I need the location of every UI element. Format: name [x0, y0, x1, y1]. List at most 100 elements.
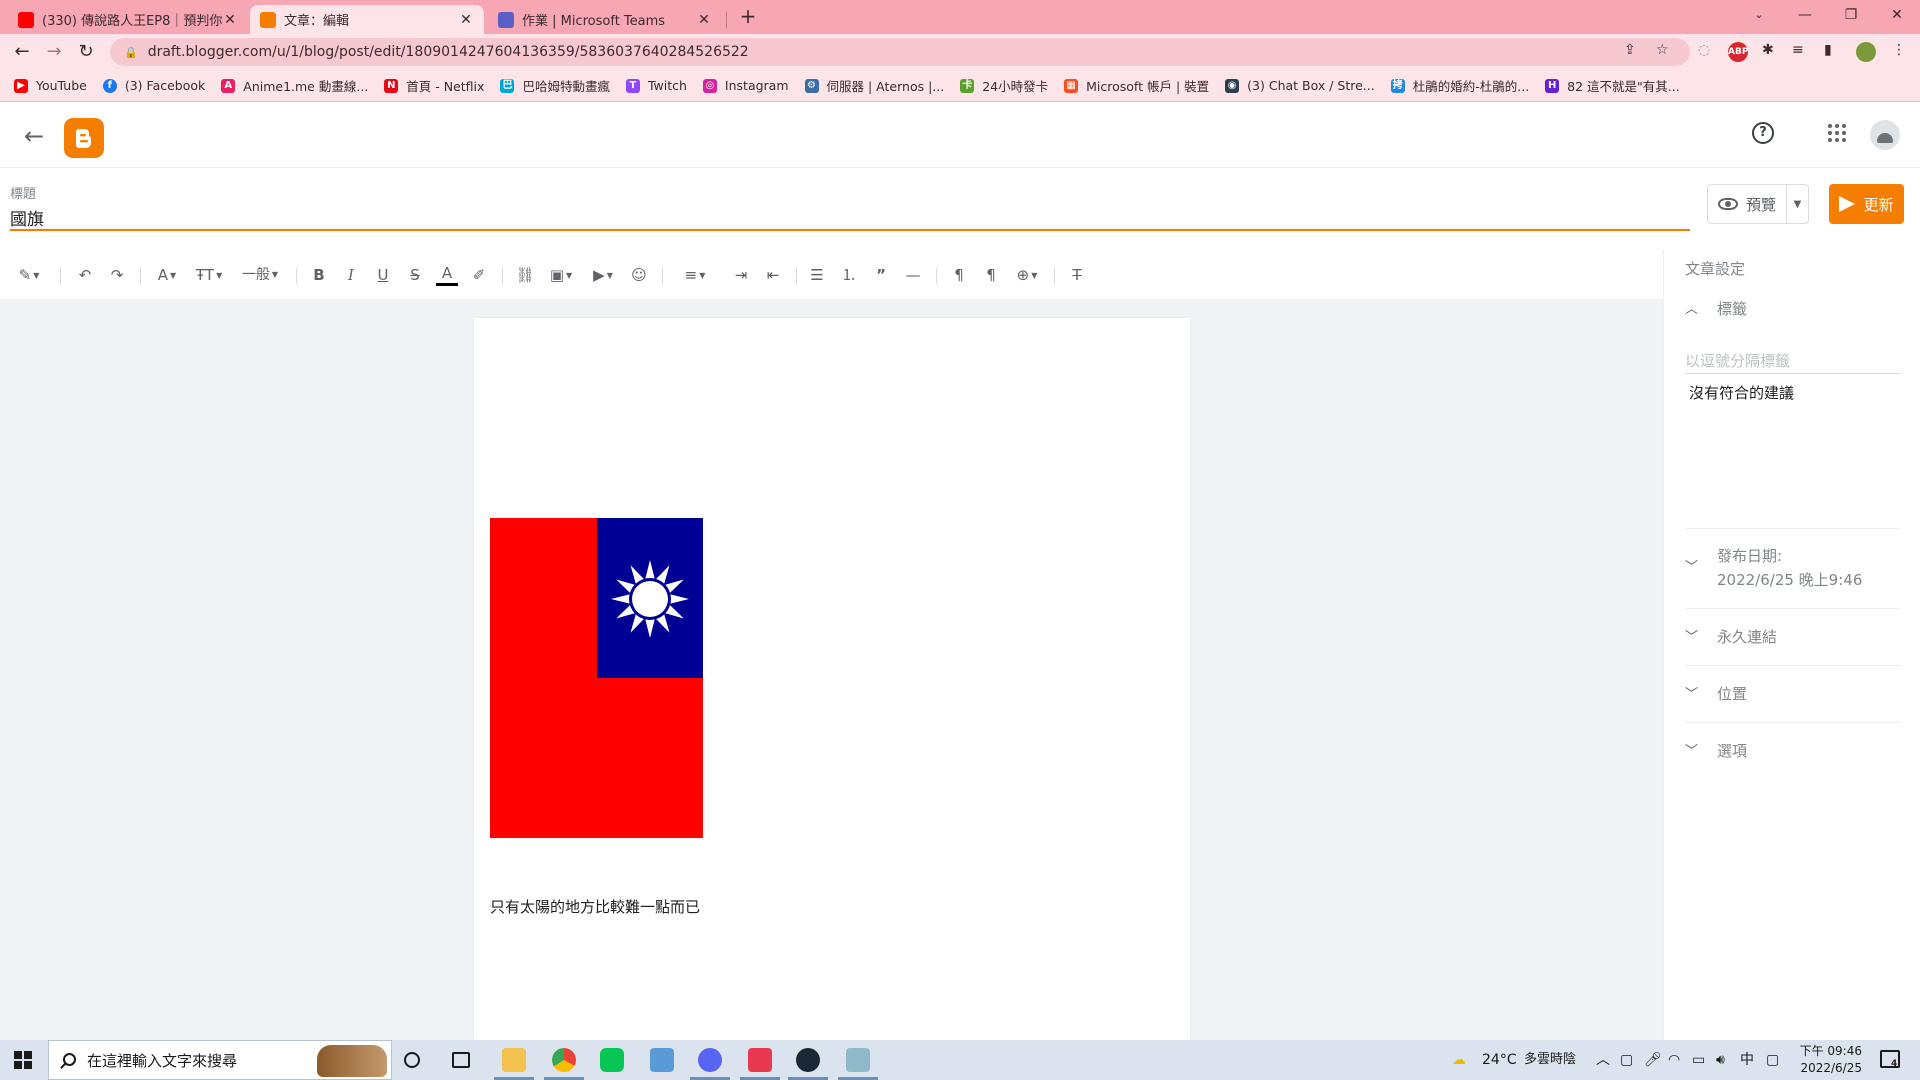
clear-formatting-icon[interactable]: T [1066, 264, 1088, 286]
redo-icon[interactable]: ↷ [106, 264, 128, 286]
reading-list-icon[interactable]: ≡ [1792, 42, 1804, 58]
back-button[interactable]: ← [10, 40, 34, 64]
horizontal-line-icon[interactable]: — [902, 264, 924, 286]
bulleted-list-icon[interactable]: ☰ [806, 264, 828, 286]
weather-description[interactable]: 多雲時陰 [1524, 1040, 1576, 1080]
labels-input[interactable]: 以逗號分隔標籤 [1685, 350, 1901, 374]
bookmark-instagram[interactable]: ◎ Instagram [702, 78, 789, 93]
microphone-icon[interactable]: 🎤︎ [1644, 1040, 1662, 1080]
undo-icon[interactable]: ↶ [74, 264, 96, 286]
bookmark-24h-card[interactable]: 卡 24小時發卡 [960, 76, 1048, 95]
publish-date-toggle[interactable]: ﹀ 發布日期: 2022/6/25 晚上9:46 [1685, 544, 1862, 592]
discord-icon[interactable] [690, 1048, 730, 1080]
volume-icon[interactable]: 🔊︎ [1716, 1040, 1725, 1080]
battery-icon[interactable]: ▭ [1692, 1040, 1705, 1080]
quote-icon[interactable]: ” [870, 264, 892, 286]
update-button[interactable]: 更新 [1829, 184, 1904, 224]
steam-icon[interactable] [788, 1048, 828, 1080]
video-icon[interactable]: ▶ ▼ [588, 264, 618, 286]
bookmark-bahamut[interactable]: 巴巴哈姆特動畫瘋 [500, 76, 610, 95]
restore-button[interactable]: ❐ [1828, 2, 1874, 28]
cortana-icon[interactable] [404, 1052, 420, 1068]
bookmark-facebook[interactable]: f (3) Facebook [102, 78, 205, 93]
forward-button[interactable]: → [42, 40, 66, 64]
app-icon[interactable] [838, 1048, 878, 1080]
close-tab-icon[interactable]: ✕ [458, 12, 474, 28]
task-view-icon[interactable] [452, 1052, 470, 1068]
preview-button[interactable]: 預覽 [1708, 185, 1788, 223]
paragraph-style-select[interactable]: 一般 ▼ [236, 264, 284, 286]
extension-icon[interactable]: ◌ [1698, 42, 1710, 58]
ime-indicator[interactable]: 中 [1740, 1040, 1754, 1080]
chrome-icon[interactable] [544, 1048, 584, 1080]
wifi-icon[interactable]: ◠ [1668, 1040, 1680, 1080]
options-toggle[interactable]: ﹀ 選項 [1685, 740, 1747, 761]
account-avatar[interactable] [1870, 120, 1900, 150]
bookmark-novel[interactable]: 拷杜鵑的婚約-杜鵑的... [1390, 76, 1529, 95]
bookmark-youtube[interactable]: ▶ YouTube [14, 78, 87, 93]
compose-mode-icon[interactable]: ✎ ▼ [12, 264, 46, 286]
bookmark-anime1[interactable]: A Anime1.me 動畫線... [221, 76, 368, 95]
preview-dropdown-icon[interactable]: ▼ [1787, 199, 1808, 210]
bookmark-netflix[interactable]: N 首頁 - Netflix [384, 76, 484, 95]
browser-tab-youtube[interactable]: (330) 傳說路人王EP8｜預判你的 ✕ [8, 5, 248, 34]
bold-icon[interactable]: B [308, 264, 330, 286]
location-toggle[interactable]: ﹀ 位置 [1685, 683, 1747, 704]
reload-button[interactable]: ↻ [74, 40, 98, 64]
bookmark-star-icon[interactable]: ☆ [1656, 42, 1669, 58]
highlight-icon[interactable]: ✐ [468, 264, 490, 286]
keyboard-layout-icon[interactable]: ▢ [1766, 1040, 1779, 1080]
bookmark-h[interactable]: H 82 這不就是"有其... [1545, 76, 1680, 95]
language-icon[interactable]: ⊕ ▼ [1012, 264, 1042, 286]
flag-image[interactable] [490, 518, 703, 838]
underline-icon[interactable]: U [372, 264, 394, 286]
bookmark-microsoft[interactable]: ▦ Microsoft 帳戶 | 裝置 [1064, 76, 1209, 95]
link-icon[interactable]: ⛓ [514, 264, 536, 286]
post-body[interactable]: 只有太陽的地方比較難一點而已 [474, 318, 1190, 1048]
post-title-input[interactable] [10, 205, 1690, 231]
numbered-list-icon[interactable]: ⒈ [838, 264, 860, 286]
emoji-icon[interactable]: ☺ [628, 264, 650, 286]
bookmark-aternos[interactable]: ⚙ 伺服器 | Aternos |... [804, 76, 944, 95]
strikethrough-icon[interactable]: S [404, 264, 426, 286]
ltr-icon[interactable]: ¶ [948, 264, 970, 286]
adblock-extension-icon[interactable]: ABP [1728, 42, 1748, 62]
taskbar-clock[interactable]: 下午 09:46 2022/6/25 [1798, 1043, 1862, 1077]
browser-tab-blogger[interactable]: 文章：編輯 ✕ [250, 5, 484, 34]
close-tab-icon[interactable]: ✕ [696, 12, 712, 28]
blogger-logo[interactable] [64, 118, 104, 158]
tray-overflow-icon[interactable]: ︿ [1596, 1040, 1610, 1080]
share-icon[interactable]: ⇪ [1624, 42, 1636, 58]
meet-now-icon[interactable]: ▢ [1620, 1040, 1633, 1080]
rtl-icon[interactable]: ¶ [980, 264, 1002, 286]
minimize-button[interactable]: — [1782, 2, 1828, 28]
image-icon[interactable]: ▣ ▼ [546, 264, 576, 286]
text-color-icon[interactable]: A [436, 264, 458, 286]
weather-temperature[interactable]: 24°C [1482, 1040, 1517, 1080]
pocket-icon[interactable] [740, 1048, 780, 1080]
close-window-button[interactable]: ✕ [1874, 2, 1920, 28]
side-panel-icon[interactable]: ▮ [1824, 42, 1832, 58]
labels-section-toggle[interactable]: ︿ 標籤 [1685, 298, 1747, 319]
control-panel-icon[interactable] [650, 1048, 674, 1072]
address-bar[interactable]: 🔒 draft.blogger.com/u/1/blog/post/edit/1… [110, 38, 1690, 66]
align-icon[interactable]: ≡ ▼ [680, 264, 710, 286]
profile-avatar[interactable] [1856, 42, 1876, 62]
indent-decrease-icon[interactable]: ⇤ [762, 264, 784, 286]
close-tab-icon[interactable]: ✕ [222, 12, 238, 28]
back-arrow-icon[interactable]: ← [24, 122, 44, 150]
font-icon[interactable]: A ▼ [152, 264, 182, 286]
italic-icon[interactable]: I [340, 264, 362, 286]
puzzle-icon[interactable]: ✱ [1762, 42, 1774, 58]
new-tab-button[interactable]: + [737, 5, 759, 27]
post-body-text[interactable]: 只有太陽的地方比較難一點而已 [490, 896, 700, 917]
file-explorer-icon[interactable] [494, 1048, 534, 1080]
indent-increase-icon[interactable]: ⇥ [730, 264, 752, 286]
taskbar-search-box[interactable]: 在這裡輸入文字來搜尋 [48, 1040, 392, 1080]
tab-search-icon[interactable]: ⌄ [1736, 2, 1782, 28]
font-size-icon[interactable]: ŦT ▼ [194, 264, 224, 286]
help-icon[interactable]: ? [1752, 122, 1774, 144]
browser-tab-teams[interactable]: 作業 | Microsoft Teams ✕ [488, 5, 722, 34]
windows-start-icon[interactable] [14, 1051, 32, 1069]
menu-icon[interactable]: ⋮ [1892, 42, 1906, 58]
